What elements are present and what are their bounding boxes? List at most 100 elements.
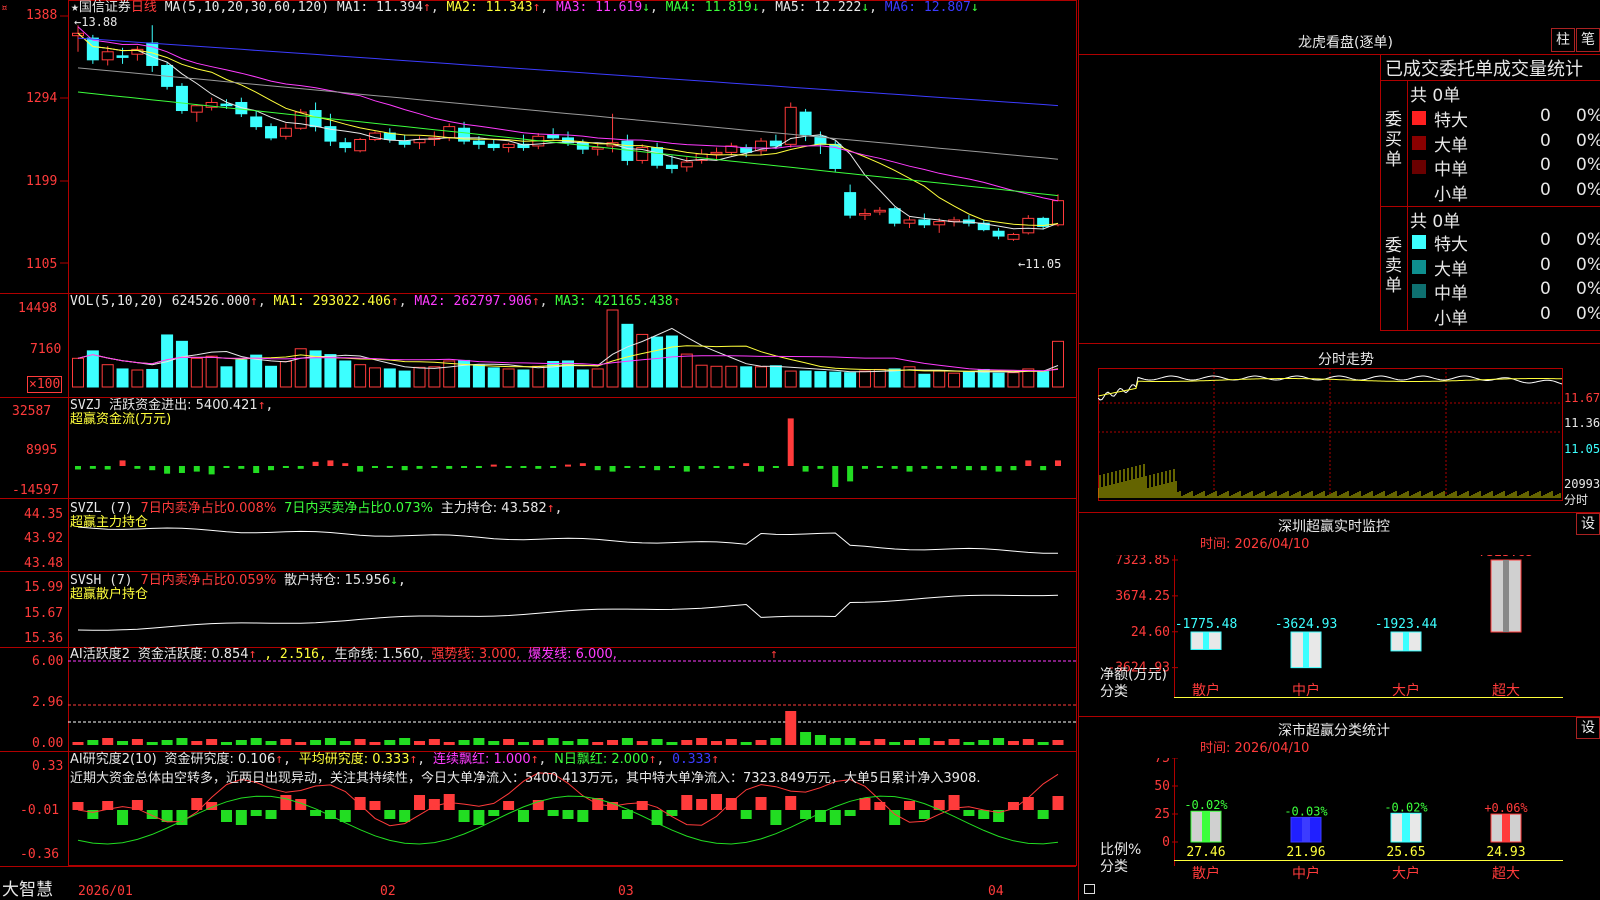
fund-flow-bar [386,466,393,468]
volume-bar [636,333,649,388]
legend-swatch [1412,308,1426,323]
fund-flow-bar [535,466,542,469]
candle [443,126,456,139]
research-bar [829,810,841,825]
activity-bar [1037,742,1049,745]
fund-flow-bar [520,466,527,468]
candle [175,85,188,112]
tick-view-button[interactable]: 笔 [1576,28,1600,52]
legend-swatch [1412,259,1426,274]
period-label[interactable]: 日线 [131,0,157,15]
activity-bar [874,739,886,745]
fund-flow-bar [876,466,883,468]
research-bar [1022,797,1034,810]
bar-view-button[interactable]: 柱 [1551,28,1575,52]
fund-flow-bar [1010,466,1017,471]
stock-name[interactable]: 国信证券 [79,0,131,15]
fund-flow-bar [416,466,423,469]
monitor2-axis-label: 25 [1154,807,1170,822]
order-count: 0 [1540,130,1551,151]
monitor1-bar-core [1403,632,1409,651]
research-bar [859,798,871,810]
activity-bar [473,738,485,745]
order-stats-tab-header[interactable]: 已成交委托单成交量统计 [1385,55,1583,81]
favorite-star-icon[interactable]: ★ [71,0,79,15]
legend-swatch [1412,184,1426,199]
main-holding-line [77,526,1059,554]
price-high-label: ←13.88 [74,15,118,29]
volume-bar [918,373,931,388]
arrow-up-icon: ↑ [422,0,431,15]
svzl-axis-label: 44.35 [24,507,64,522]
candle [502,143,515,149]
vol-unit-button[interactable]: ×100 [27,376,63,393]
volume-bar [532,365,545,388]
ma6-line [77,37,1059,107]
fund-flow-bar [1040,466,1047,471]
fund-flow-bar [89,466,96,469]
candle [844,192,857,216]
legend-swatch [1412,111,1426,125]
settings-button[interactable]: 设 [1576,513,1600,535]
research-bar [696,799,708,810]
monitor2-axis-label: 75 [1154,758,1170,766]
research-bar [577,810,589,822]
ai2-analysis-note: 近期大资金总体由空转多，近两日出现异动，关注其持续性，今日大单净流入：5400.… [70,771,981,786]
monitor2-chart[interactable]: 75 50 25 0 -0.02% 27.46 散户 -0.03% 21.96 中户 -0.02% 2… [1098,758,1600,900]
svzl-title: SVZL (7) [70,501,133,516]
ai2-avg-research: 平均研究度: 0.333 [298,752,410,767]
order-size-label: 中单 [1434,284,1468,304]
volume-bar [1052,340,1064,388]
activity-bar [399,738,411,745]
fund-flow-bar [238,466,245,469]
intraday-chart[interactable] [1098,368,1600,512]
research-bar [399,810,411,822]
ai2-axis-label: -0.36 [20,847,60,862]
volume-bar [784,370,797,388]
activity-bar [503,739,515,745]
price-axis-label: 1294 [26,91,58,106]
volume-bar [576,369,589,388]
candle [933,221,946,226]
candle [279,127,292,137]
fund-flow-bar [268,466,275,471]
volume-bar [873,368,886,388]
volume-bar [680,353,693,388]
order-count: 0 [1540,254,1551,275]
activity-bar [161,740,173,745]
volume-bar [1037,371,1050,388]
candle [265,126,278,139]
ai2-header: AI研究度2(10) 资金研究度: 0.106↑, 平均研究度: 0.333↑,… [70,752,720,767]
activity-bar [339,741,351,745]
monitor2-bar-core [1202,811,1210,842]
candle [250,116,263,128]
sell-orders-label: 委卖单 [1385,236,1402,296]
monitor2-bar-core [1402,813,1410,842]
monitor1-axis-label: 24.60 [1131,625,1170,640]
fund-flow-bar [624,466,631,468]
settings-button[interactable]: 设 [1576,717,1600,739]
order-size-label: 大单 [1434,135,1468,156]
fund-flow-bar [119,460,126,466]
volume-bar [116,368,129,388]
research-bar [755,797,767,810]
research-bar [265,810,277,819]
fund-flow-bar [802,466,809,472]
candle [918,219,931,226]
fund-flow-bar [787,418,794,466]
fund-flow-bar [609,466,616,472]
monitor2-change-label: +0.06% [1484,801,1528,815]
ma4-value: MA4: 11.819 [665,0,752,15]
volume-bar [368,367,381,388]
arrow-down-icon: ↓ [390,573,398,588]
order-size-label: 特大 [1434,235,1468,255]
activity-bar [517,742,529,745]
monitor1-axis-label: 7323.85 [1115,555,1170,568]
date-axis-label: 02 [380,884,396,899]
activity-bar [963,742,975,745]
research-bar [250,810,262,816]
activity-bar [696,738,708,745]
volume-bar [472,364,485,388]
ai1-value2: , 2.516, [264,647,327,662]
monitor1-chart[interactable]: 7323.853674.2524.60-3624.93-1775.48散户-36… [1098,555,1600,715]
